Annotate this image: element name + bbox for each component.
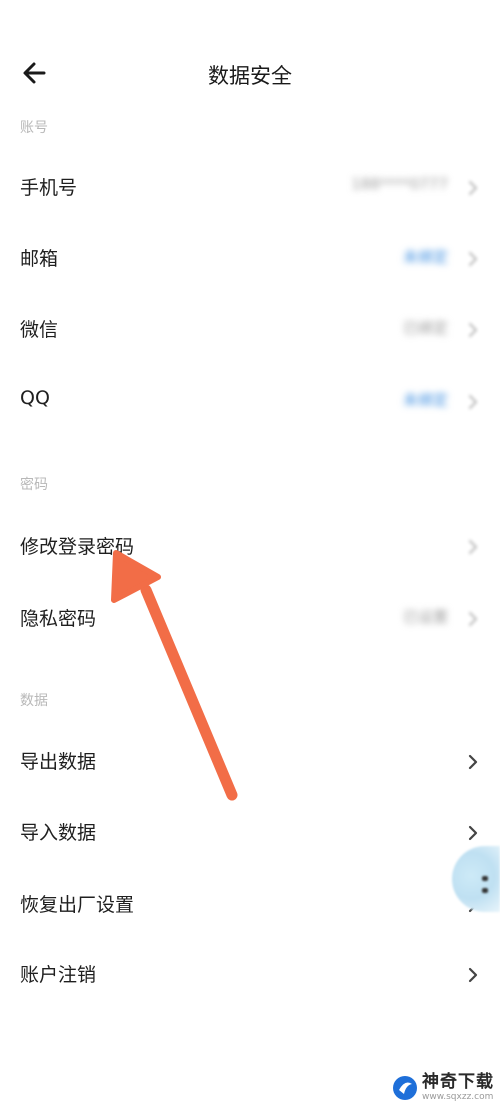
row-import-data[interactable]: 导入数据 — [0, 804, 500, 860]
watermark-url: www.sqxzz.com — [422, 1092, 494, 1102]
row-label: 账户注销 — [20, 964, 97, 986]
row-label: 邮箱 — [20, 248, 59, 270]
row-phone[interactable]: 手机号 188****0777 — [0, 159, 500, 215]
chevron-right-icon — [468, 251, 478, 267]
section-label-data: 数据 — [20, 693, 48, 709]
chevron-right-icon — [468, 754, 478, 770]
section-label-account: 账号 — [20, 120, 48, 136]
mascot-eye — [482, 876, 488, 881]
row-value: 未绑定 — [402, 391, 448, 409]
watermark-text: 神奇下载 www.sqxzz.com — [422, 1074, 494, 1102]
row-export-data[interactable]: 导出数据 — [0, 733, 500, 789]
row-factory-reset[interactable]: 恢复出厂设置 — [0, 876, 500, 932]
row-qq[interactable]: QQ 未绑定 — [0, 373, 500, 429]
chevron-right-icon — [468, 394, 478, 410]
row-value: 188****0777 — [351, 175, 448, 193]
mascot-eye — [482, 888, 488, 893]
data-security-screen: 数据安全 账号 手机号 188****0777 邮箱 未绑定 微信 已绑定 QQ… — [0, 0, 500, 1111]
row-label: 手机号 — [20, 177, 78, 199]
row-delete-account[interactable]: 账户注销 — [0, 946, 500, 1002]
watermark-name: 神奇下载 — [422, 1072, 494, 1092]
chevron-right-icon — [468, 611, 478, 627]
row-label: 导出数据 — [20, 751, 97, 773]
row-label: 恢复出厂设置 — [20, 894, 135, 916]
row-label: 修改登录密码 — [20, 536, 135, 558]
watermark-logo-icon — [393, 1076, 417, 1100]
chevron-right-icon — [468, 322, 478, 338]
chevron-right-icon — [468, 967, 478, 983]
top-bar: 数据安全 — [0, 40, 500, 104]
row-privacy-password[interactable]: 隐私密码 已设置 — [0, 590, 500, 646]
row-label: 导入数据 — [20, 822, 97, 844]
watermark: 神奇下载 www.sqxzz.com — [392, 1071, 494, 1105]
row-change-login-password[interactable]: 修改登录密码 — [0, 518, 500, 574]
row-email[interactable]: 邮箱 未绑定 — [0, 230, 500, 286]
page-title: 数据安全 — [208, 64, 292, 88]
row-label: QQ — [20, 387, 50, 409]
row-value: 已设置 — [402, 608, 448, 626]
row-wechat[interactable]: 微信 已绑定 — [0, 301, 500, 357]
section-label-password: 密码 — [20, 477, 48, 493]
row-label: 微信 — [20, 319, 59, 341]
row-label: 隐私密码 — [20, 608, 97, 630]
chevron-right-icon — [468, 180, 478, 196]
row-value: 已绑定 — [402, 319, 448, 337]
chevron-right-icon — [468, 539, 478, 555]
row-value: 未绑定 — [402, 248, 448, 266]
chevron-right-icon — [468, 825, 478, 841]
